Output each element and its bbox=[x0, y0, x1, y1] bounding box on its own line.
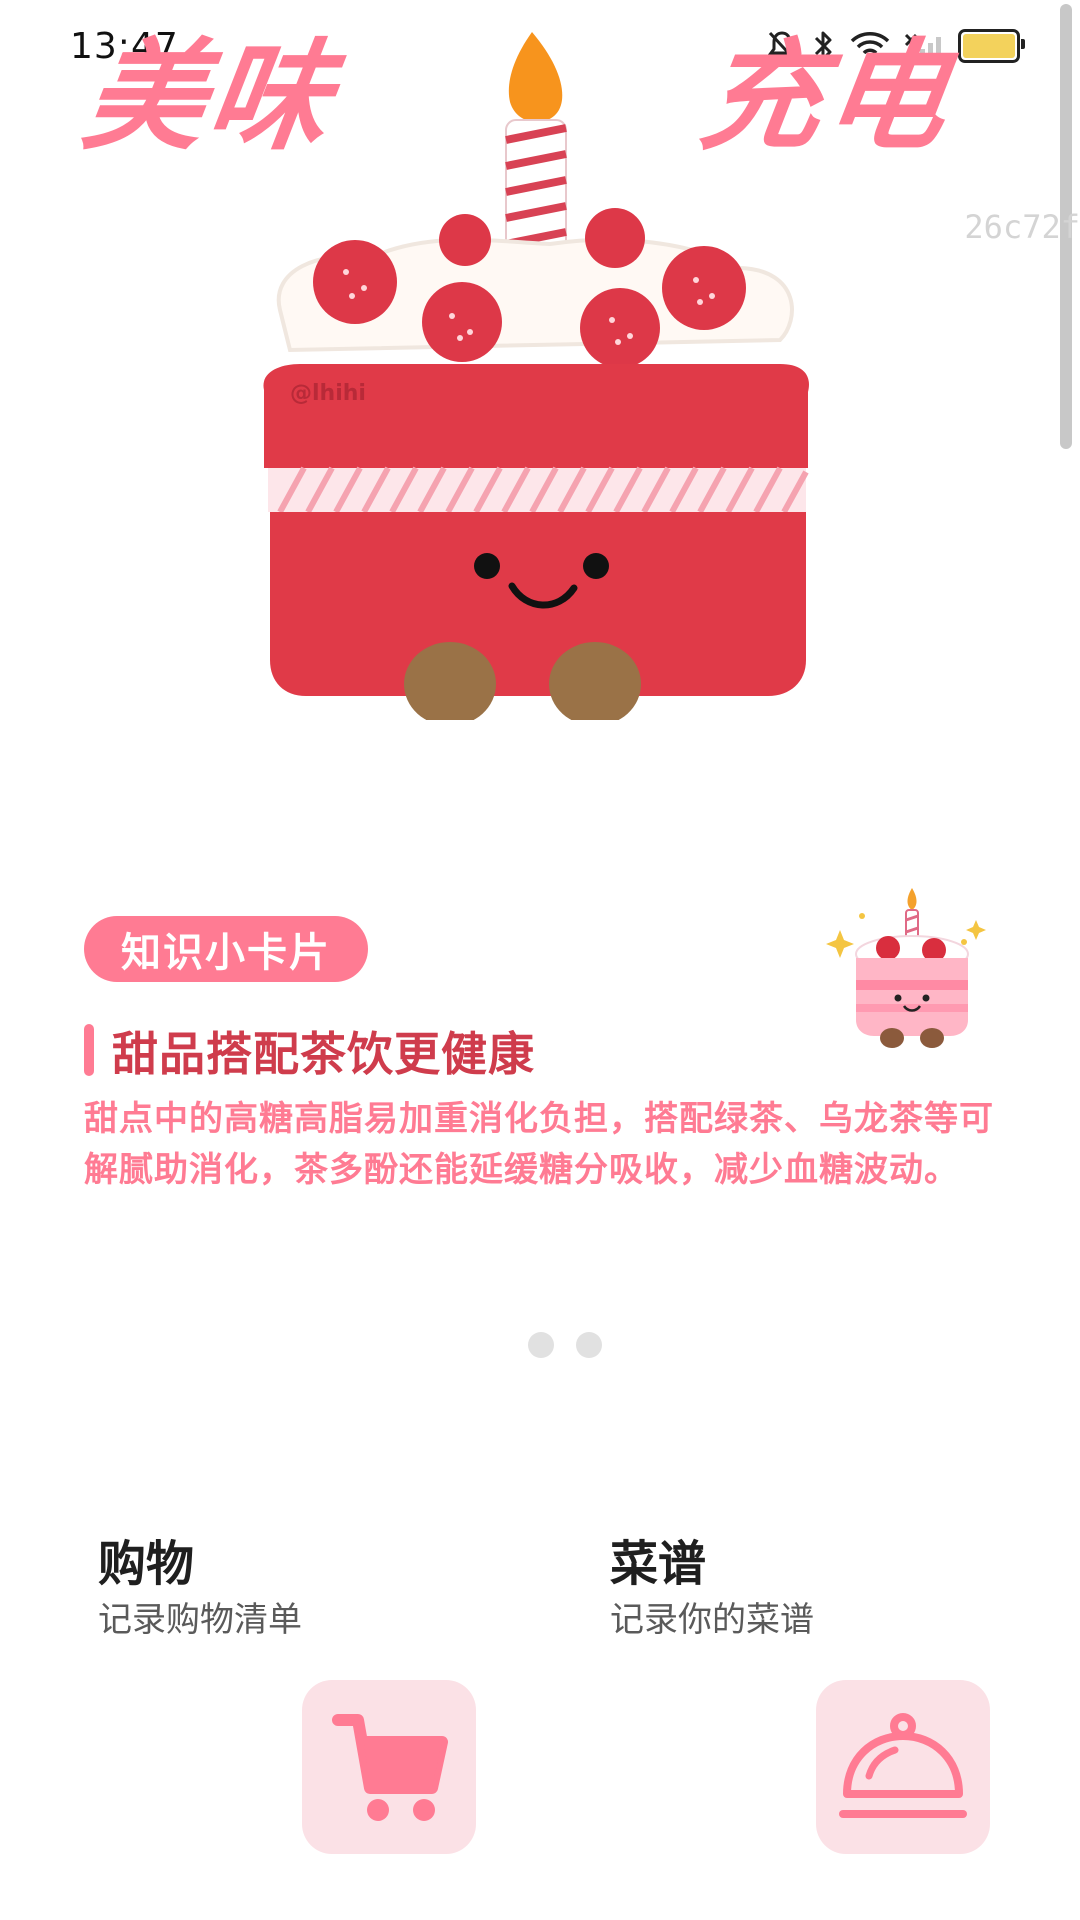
shopping-title[interactable]: 购物 bbox=[98, 1524, 194, 1594]
page-dot-1[interactable] bbox=[528, 1332, 554, 1358]
shopping-cart-icon bbox=[332, 1714, 448, 1821]
page-dot-2[interactable] bbox=[576, 1332, 602, 1358]
card-title: 甜品搭配茶饮更健康 bbox=[112, 1027, 535, 1081]
cake-eye-right bbox=[583, 553, 609, 579]
shopping-button[interactable] bbox=[302, 1680, 476, 1854]
battery-icon bbox=[958, 29, 1025, 63]
recipe-title[interactable]: 菜谱 bbox=[610, 1524, 706, 1594]
recipe-subtitle: 记录你的菜谱 bbox=[610, 1600, 814, 1640]
candle-flame bbox=[508, 32, 563, 122]
shopping-subtitle: 记录购物清单 bbox=[98, 1600, 302, 1640]
recipe-button[interactable] bbox=[816, 1680, 990, 1854]
hash-label: 26c72f bbox=[964, 208, 1080, 246]
mini-cake-icon bbox=[826, 888, 986, 1048]
carousel-pagination[interactable] bbox=[528, 1332, 602, 1358]
food-cloche-icon bbox=[839, 1713, 967, 1818]
card-body: 甜点中的高糖高脂易加重消化负担，搭配绿茶、乌龙茶等可解腻助消化，茶多酚还能延缓糖… bbox=[84, 1099, 994, 1190]
cake-watermark: @lhihi bbox=[290, 381, 366, 406]
cake-body-top bbox=[263, 364, 809, 468]
knowledge-chip: 知识小卡片 bbox=[84, 916, 368, 982]
cake-illustration: @lhihi bbox=[263, 32, 809, 720]
cake-eye-left bbox=[474, 553, 500, 579]
card-title-accent-bar bbox=[84, 1024, 94, 1076]
